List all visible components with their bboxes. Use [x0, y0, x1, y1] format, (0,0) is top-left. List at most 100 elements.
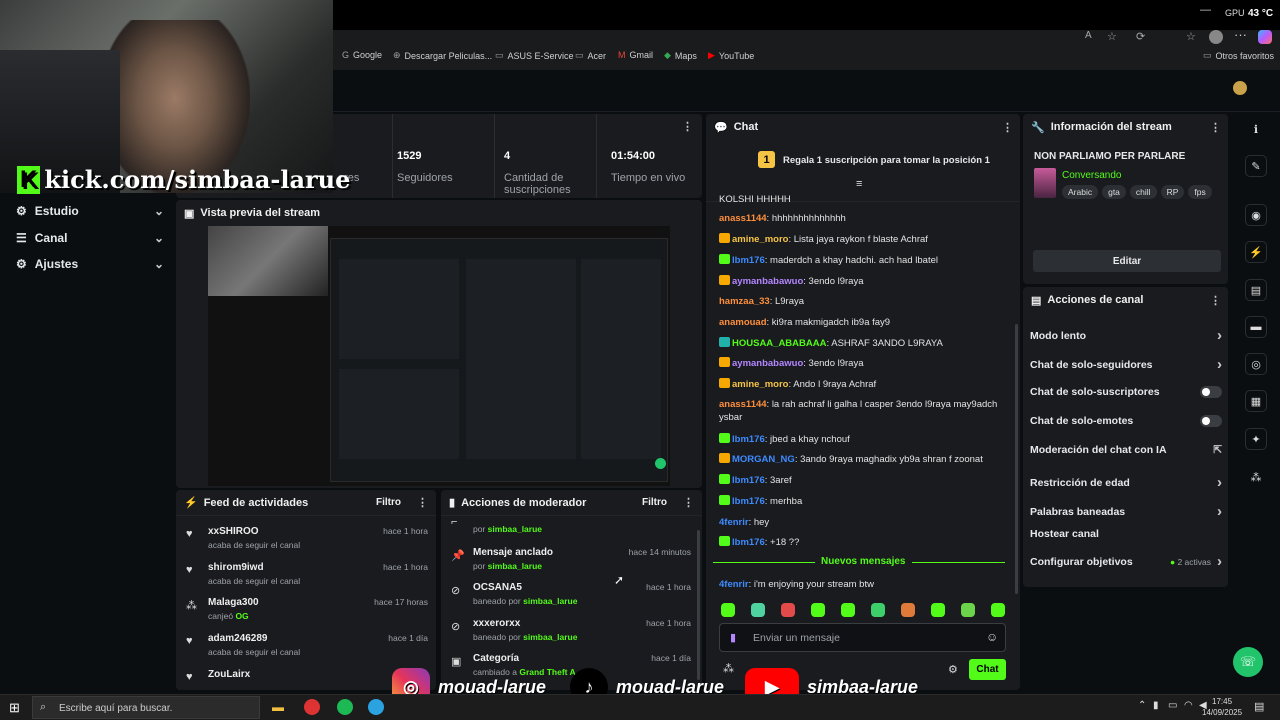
more-menu-icon[interactable]: ⋮ — [1210, 121, 1221, 134]
moderator-filter-button[interactable]: Filtro — [642, 497, 667, 508]
more-menu-icon[interactable]: ⋮ — [682, 120, 693, 133]
scrollbar[interactable] — [697, 530, 700, 680]
tag[interactable]: fps — [1188, 185, 1212, 199]
chrome-icon[interactable] — [304, 699, 320, 715]
bookmark-asus[interactable]: ▭ ASUS E-Service — [495, 50, 574, 61]
chat-message[interactable]: 4fenrir: hey — [719, 516, 999, 529]
copilot-icon[interactable] — [1258, 30, 1272, 44]
chevron-up-icon[interactable]: ⌃ — [1138, 700, 1146, 711]
clock-time[interactable]: 17:45 — [1212, 697, 1232, 706]
list-item[interactable]: ♥ shirom9iwd acaba de seguir el canal hace … — [186, 562, 428, 586]
tag[interactable]: Arabic — [1062, 185, 1099, 199]
channel-action-item[interactable]: Chat de solo-suscriptores — [1030, 386, 1222, 398]
chat-username[interactable]: 4fenrir — [719, 579, 749, 590]
emote-icon[interactable] — [751, 603, 765, 617]
profile-avatar[interactable] — [1209, 30, 1223, 44]
list-item[interactable]: ♥ xxSHIROO acaba de seguir el canal hace 1 … — [186, 526, 428, 550]
toggle-switch[interactable] — [1200, 386, 1222, 398]
favorite-star-icon[interactable]: ☆ — [1107, 30, 1117, 43]
chat-username[interactable]: anamouad — [719, 317, 767, 328]
chat-username[interactable]: anass1144 — [719, 213, 767, 224]
stream-category[interactable]: Conversando — [1062, 170, 1121, 181]
chat-message[interactable]: KOLSHI HHHHH — [719, 193, 999, 206]
clock-date[interactable]: 14/09/2025 — [1202, 708, 1242, 717]
chat-input[interactable]: ▮ Enviar un mensaje ☺ — [719, 623, 1006, 652]
list-item[interactable]: ⊘ OCSANA5 baneado por simbaa_larue hace 1 h… — [451, 582, 691, 606]
chat-message[interactable]: amine_moro: Lista jaya raykon f blaste A… — [719, 233, 999, 246]
microphone-icon[interactable]: ▮ — [1153, 700, 1159, 711]
dashboard-icon[interactable]: ▦ — [1245, 390, 1267, 412]
emote-icon[interactable] — [931, 603, 945, 617]
edge-icon[interactable] — [368, 699, 384, 715]
send-chat-button[interactable]: Chat — [969, 659, 1006, 680]
spotify-icon[interactable] — [337, 699, 353, 715]
expand-icon[interactable]: ≡ — [856, 178, 862, 190]
chat-message[interactable]: 4fenrir: i'm enjoying your stream btw — [719, 578, 999, 591]
battery-icon[interactable]: ▭ — [1168, 700, 1177, 711]
chat-username[interactable]: hamzaa_33 — [719, 296, 770, 307]
chat-message[interactable]: anass1144: la rah achraf li galha l casp… — [719, 398, 999, 424]
broadcast-icon[interactable]: ◎ — [1245, 353, 1267, 375]
read-aloud-icon[interactable]: A — [1085, 30, 1092, 41]
info-icon[interactable]: ℹ — [1245, 118, 1267, 140]
channel-action-item[interactable]: Restricción de edad › — [1030, 474, 1222, 491]
bookmark-google[interactable]: G Google — [342, 50, 382, 60]
user-avatar[interactable] — [1233, 81, 1247, 95]
channel-action-item[interactable]: Configurar objetivos ● 2 activas › — [1030, 553, 1222, 570]
chat-username[interactable]: MORGAN_NG — [732, 454, 795, 465]
list-item[interactable]: 📌 Mensaje anclado por simbaa_larue hace 14 … — [451, 547, 691, 571]
emote-icon[interactable] — [781, 603, 795, 617]
chat-username[interactable]: HOUSAA_ABABAAA — [732, 338, 826, 349]
chat-message[interactable]: MORGAN_NG: 3ando 9raya maghadix yb9a shr… — [719, 453, 999, 466]
tag[interactable]: RP — [1160, 185, 1185, 199]
chat-message[interactable]: anass1144: hhhhhhhhhhhhhh — [719, 212, 999, 225]
channel-action-item[interactable]: Chat de solo-emotes — [1030, 415, 1222, 427]
more-menu-icon[interactable]: ⋮ — [683, 496, 694, 509]
chat-scrollbar[interactable] — [1015, 324, 1018, 594]
wifi-icon[interactable]: ◠ — [1184, 700, 1193, 711]
minimize-icon[interactable]: — — [1200, 4, 1211, 16]
tag[interactable]: gta — [1102, 185, 1126, 199]
list-item[interactable]: ⌐ por simbaa_larue — [451, 516, 691, 534]
windows-start-icon[interactable]: ⊞ — [9, 700, 20, 716]
chat-message[interactable]: amine_moro: Ando l 9raya Achraf — [719, 378, 999, 391]
chat-message[interactable]: lbm176: jbed a khay nchouf — [719, 433, 999, 446]
refresh-icon[interactable]: ⟳ — [1136, 30, 1145, 43]
more-menu-icon[interactable]: ⋮ — [1002, 121, 1013, 134]
channel-action-item[interactable]: Hostear canal — [1030, 528, 1222, 540]
taskbar-search[interactable]: ⌕ Escribe aquí para buscar. — [32, 696, 260, 719]
file-explorer-icon[interactable]: ▬ — [272, 700, 284, 714]
emote-icon[interactable] — [961, 603, 975, 617]
emote-icon[interactable] — [991, 603, 1005, 617]
edit-stream-button[interactable]: Editar — [1033, 250, 1221, 272]
list-item[interactable]: ⁂ Malaga300 canjeó OG hace 17 horas — [186, 597, 428, 621]
emote-icon[interactable] — [721, 603, 735, 617]
chat-username[interactable]: lbm176 — [732, 255, 765, 266]
emoji-icon[interactable]: ☺ — [986, 630, 998, 644]
chat-message[interactable]: anamouad: ki9ra makmigadch ib9a fay9 — [719, 316, 999, 329]
list-item[interactable]: ⊘ xxxerorxx baneado por simbaa_larue hace 1… — [451, 618, 691, 642]
emote-icon[interactable] — [811, 603, 825, 617]
chat-message[interactable]: lbm176: merhba — [719, 495, 999, 508]
camera-focus-icon[interactable]: ◉ — [1245, 204, 1267, 226]
lightning-icon[interactable]: ⚡ — [1245, 241, 1267, 263]
chat-message[interactable]: lbm176: 3aref — [719, 474, 999, 487]
emote-icon[interactable] — [901, 603, 915, 617]
microphone-icon[interactable]: ▮ — [730, 631, 736, 644]
chat-username[interactable]: 4fenrir — [719, 517, 749, 528]
points-icon[interactable]: ⁂ — [723, 662, 734, 675]
stream-preview-video[interactable] — [208, 226, 670, 486]
chat-username[interactable]: amine_moro — [732, 379, 789, 390]
channel-action-item[interactable]: Palabras baneadas › — [1030, 503, 1222, 520]
chat-username[interactable]: lbm176 — [732, 496, 765, 507]
collections-icon[interactable]: ☆ — [1186, 30, 1196, 43]
chat-username[interactable]: lbm176 — [732, 537, 765, 548]
chat-username[interactable]: amine_moro — [732, 234, 789, 245]
channel-action-item[interactable]: Modo lento › — [1030, 327, 1222, 344]
more-menu-icon[interactable]: ⋮ — [417, 496, 428, 509]
chat-icon[interactable]: ▬ — [1245, 316, 1267, 338]
document-icon[interactable]: ▤ — [1245, 279, 1267, 301]
sidebar-item-ajustes[interactable]: ⚙ Ajustes ⌄ — [16, 257, 164, 271]
gear-icon[interactable]: ⚙ — [948, 663, 958, 676]
chat-username[interactable]: aymanbabawuo — [732, 358, 803, 369]
